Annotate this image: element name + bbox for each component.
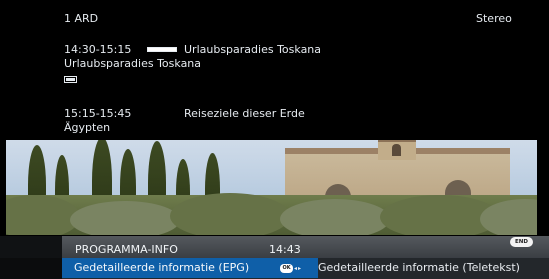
program-info-icon — [64, 76, 77, 83]
option-epg-label[interactable]: Gedetailleerde informatie (EPG) — [74, 261, 249, 274]
arrow-right-icon[interactable]: ▸ — [298, 264, 301, 273]
ok-navigation[interactable]: OK ◂ ▸ — [280, 263, 301, 273]
next-program-subtitle: Ägypten — [64, 121, 111, 134]
background-tv-image — [0, 140, 549, 235]
channel-name: 1 ARD — [64, 12, 99, 25]
current-time: 14:43 — [269, 243, 301, 256]
end-button-icon[interactable]: END — [510, 237, 533, 247]
progress-bar-icon — [147, 47, 177, 52]
progress-fill — [148, 48, 174, 51]
program-info-title: PROGRAMMA-INFO — [75, 243, 178, 256]
next-program-time: 15:15-15:45 — [64, 107, 132, 120]
arrow-left-icon[interactable]: ◂ — [294, 264, 297, 273]
ok-button-icon[interactable]: OK — [280, 263, 293, 273]
audio-mode: Stereo — [476, 12, 512, 25]
current-program-title: Urlaubsparadies Toskana — [184, 43, 322, 56]
current-program-time: 14:30-15:15 — [64, 43, 132, 56]
option-teletext[interactable]: Gedetailleerde informatie (Teletekst) — [318, 261, 520, 274]
next-program-title: Reiseziele dieser Erde — [184, 107, 305, 120]
current-program-subtitle: Urlaubsparadies Toskana — [64, 57, 202, 70]
